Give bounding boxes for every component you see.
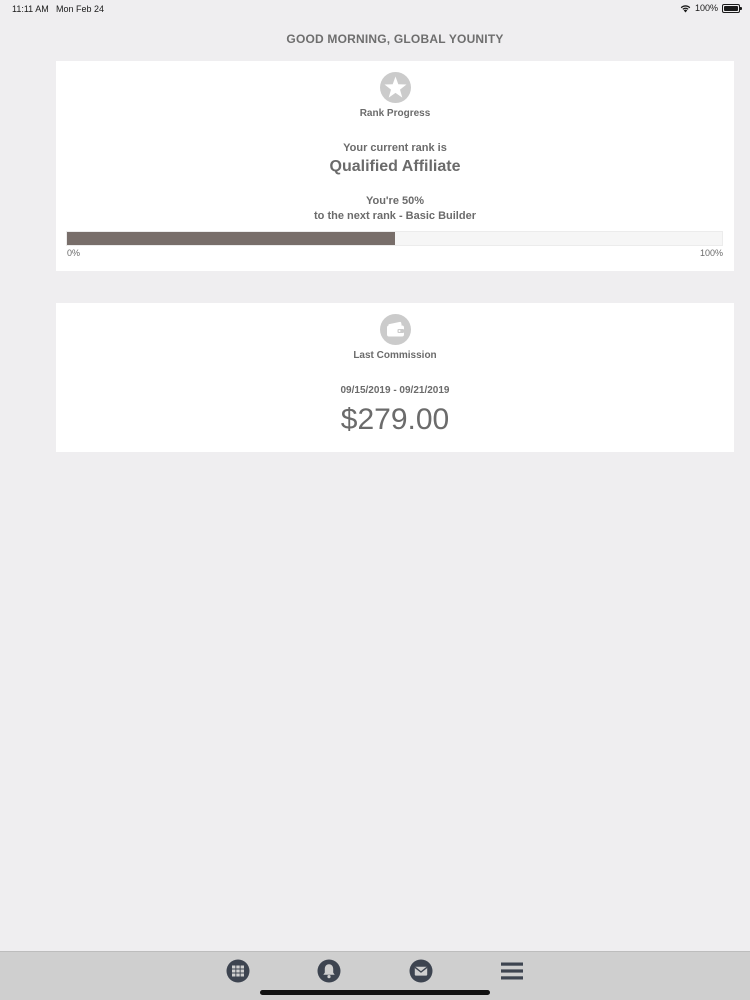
- status-indicators: 100%: [680, 3, 742, 13]
- star-icon: [380, 72, 411, 103]
- last-commission-title: Last Commission: [353, 350, 437, 361]
- progress-max-label: 100%: [699, 248, 723, 258]
- tab-dashboard[interactable]: [225, 958, 251, 984]
- bell-icon: [317, 959, 341, 983]
- commission-date-range: 09/15/2019 - 09/21/2019: [340, 385, 450, 396]
- rank-progress-fill: [67, 232, 395, 245]
- tab-menu[interactable]: [499, 958, 525, 984]
- home-indicator[interactable]: [260, 990, 490, 995]
- progress-min-label: 0%: [67, 248, 81, 258]
- current-rank-label: Your current rank is: [343, 142, 447, 154]
- last-commission-card[interactable]: Last Commission 09/15/2019 - 09/21/2019 …: [56, 303, 734, 452]
- rank-progress-title: Rank Progress: [359, 108, 431, 119]
- rank-progress-card[interactable]: Rank Progress Your current rank is Quali…: [56, 61, 734, 271]
- tab-messages[interactable]: [408, 958, 434, 984]
- menu-icon: [501, 962, 523, 980]
- status-bar: 11:11 AM Mon Feb 24 100%: [0, 0, 750, 20]
- greeting-title: GOOD MORNING, GLOBAL YOUNITY: [286, 32, 504, 46]
- commission-amount: $279.00: [340, 403, 450, 436]
- status-time: 11:11 AM: [12, 4, 49, 14]
- grid-icon: [226, 959, 250, 983]
- mail-icon: [409, 959, 433, 983]
- battery-icon: [722, 3, 742, 13]
- wallet-icon: [380, 314, 411, 345]
- progress-percent-text: You're 50%: [365, 195, 425, 207]
- battery-percent: 100%: [694, 3, 718, 13]
- next-rank-text: to the next rank - Basic Builder: [314, 210, 476, 222]
- rank-progress-bar: [66, 231, 723, 246]
- status-date: Mon Feb 24: [56, 4, 105, 14]
- tab-notifications[interactable]: [316, 958, 342, 984]
- wifi-icon: [680, 4, 691, 12]
- current-rank-value: Qualified Affiliate: [329, 158, 461, 175]
